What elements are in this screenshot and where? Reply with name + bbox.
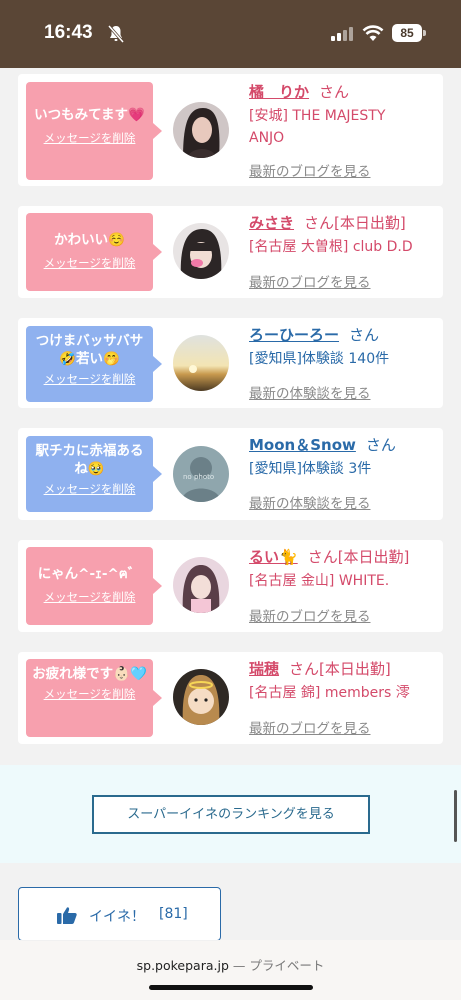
avatar[interactable]: no photo <box>173 446 229 502</box>
message-card: 駅チカに赤福あるね🥹 メッセージを削除 no photo Moon＆Snow さん… <box>18 428 443 520</box>
message-text: つけまバッサバサ🤣若い🤭 <box>35 333 144 367</box>
super-like-ranking-button[interactable]: スーパーイイネのランキングを見る <box>92 795 370 834</box>
wifi-icon <box>362 25 384 41</box>
delete-message-link[interactable]: メッセージを削除 <box>44 686 136 702</box>
latest-review-link[interactable]: 最新の体験談を見る <box>249 492 371 512</box>
latest-blog-link[interactable]: 最新のブログを見る <box>249 271 371 291</box>
message-bubble: 駅チカに赤福あるね🥹 メッセージを削除 <box>26 436 162 512</box>
delete-message-link[interactable]: メッセージを削除 <box>44 481 136 497</box>
profile-info: 橘 りか さん [安城] THE MAJESTY ANJO <box>249 82 439 149</box>
browser-bottom-bar: sp.pokepara.jp — プライベート <box>0 940 461 1000</box>
url-domain: sp.pokepara.jp <box>136 958 229 973</box>
message-card: かわいい☺️ メッセージを削除 みさき さん[本日出勤] [名古屋 大曽根] cl… <box>18 206 443 298</box>
honorific: さん <box>319 83 350 101</box>
shop-detail: [名古屋 大曽根] club D.D <box>249 239 413 255</box>
battery-tip <box>423 30 426 36</box>
delete-message-link[interactable]: メッセージを削除 <box>44 589 136 605</box>
shop-detail: [名古屋 金山] WHITE. <box>249 573 390 589</box>
like-count: [81] <box>159 906 188 922</box>
message-text: お疲れ様です👶🏻🩵 <box>32 666 147 682</box>
status-bar: 16:43 85 <box>0 0 461 68</box>
delete-message-link[interactable]: メッセージを削除 <box>44 130 136 146</box>
message-text: いつもみてます💗 <box>34 107 145 123</box>
review-count: [愛知県]体験談 3件 <box>249 461 372 477</box>
battery-indicator: 85 <box>392 24 422 42</box>
profile-name-link[interactable]: みさき <box>249 214 294 232</box>
honorific: さん[本日出勤] <box>289 660 391 678</box>
latest-review-link[interactable]: 最新の体験談を見る <box>249 382 371 402</box>
honorific: さん <box>365 436 396 454</box>
profile-info: みさき さん[本日出勤] [名古屋 大曽根] club D.D <box>249 213 439 258</box>
message-text: かわいい☺️ <box>54 232 125 248</box>
profile-info: るい🐈 さん[本日出勤] [名古屋 金山] WHITE. <box>249 547 439 592</box>
profile-info: ろーひーろー さん [愛知県]体験談 140件 <box>249 325 439 370</box>
latest-blog-link[interactable]: 最新のブログを見る <box>249 160 371 180</box>
message-bubble: つけまバッサバサ🤣若い🤭 メッセージを削除 <box>26 326 162 402</box>
message-text: にゃん^-ｪ-^ฅ゛ <box>37 566 142 582</box>
profile-name-link[interactable]: ろーひーろー <box>249 326 339 344</box>
avatar[interactable] <box>173 223 229 279</box>
url-separator: — <box>228 958 250 973</box>
latest-blog-link[interactable]: 最新のブログを見る <box>249 717 371 737</box>
profile-info: 瑞穂 さん[本日出勤] [名古屋 錦] members 澪 <box>249 659 439 704</box>
message-bubble: いつもみてます💗 メッセージを削除 <box>26 82 162 180</box>
profile-name-link[interactable]: Moon＆Snow <box>249 436 356 454</box>
profile-info: Moon＆Snow さん [愛知県]体験談 3件 <box>249 435 439 480</box>
private-mode-label: プライベート <box>249 958 325 973</box>
svg-text:no photo: no photo <box>183 473 214 481</box>
like-button[interactable]: イイネ！ [81] <box>18 887 221 941</box>
avatar[interactable] <box>173 335 229 391</box>
shop-detail: [名古屋 錦] members 澪 <box>249 685 410 701</box>
message-text: 駅チカに赤福あるね🥹 <box>35 443 144 477</box>
shop-detail: [安城] THE MAJESTY ANJO <box>249 108 386 146</box>
message-bubble: お疲れ様です👶🏻🩵 メッセージを削除 <box>26 659 162 737</box>
honorific: さん[本日出勤] <box>307 548 410 566</box>
message-card: いつもみてます💗 メッセージを削除 橘 りか さん [安城] THE MAJEST… <box>18 74 443 186</box>
ranking-section: スーパーイイネのランキングを見る <box>0 765 461 863</box>
latest-blog-link[interactable]: 最新のブログを見る <box>249 605 371 625</box>
signal-icon <box>331 27 353 41</box>
honorific: さん <box>349 326 380 344</box>
delete-message-link[interactable]: メッセージを削除 <box>44 371 136 387</box>
status-time: 16:43 <box>44 22 93 43</box>
avatar[interactable] <box>173 102 229 158</box>
profile-name-link[interactable]: るい🐈 <box>249 548 298 566</box>
like-label: イイネ！ <box>89 909 145 925</box>
delete-message-link[interactable]: メッセージを削除 <box>44 255 136 271</box>
address-bar[interactable]: sp.pokepara.jp — プライベート <box>0 955 461 974</box>
review-count: [愛知県]体験談 140件 <box>249 351 390 367</box>
profile-name-link[interactable]: 瑞穂 <box>249 660 279 678</box>
message-card: にゃん^-ｪ-^ฅ゛ メッセージを削除 るい🐈 さん[本日出勤] [名古屋 金山]… <box>18 540 443 632</box>
message-card: つけまバッサバサ🤣若い🤭 メッセージを削除 ろーひーろー さん [愛知県]体験談… <box>18 318 443 408</box>
avatar[interactable] <box>173 557 229 613</box>
avatar[interactable] <box>173 669 229 725</box>
scrollbar[interactable] <box>454 790 457 842</box>
bell-muted-icon <box>108 25 124 43</box>
message-bubble: にゃん^-ｪ-^ฅ゛ メッセージを削除 <box>26 547 162 625</box>
profile-name-link[interactable]: 橘 りか <box>249 83 309 101</box>
thumbs-up-icon <box>57 907 77 924</box>
message-card: お疲れ様です👶🏻🩵 メッセージを削除 瑞穂 さん[本日出勤] [名古屋 錦] me… <box>18 652 443 744</box>
message-bubble: かわいい☺️ メッセージを削除 <box>26 213 162 291</box>
honorific: さん[本日出勤] <box>304 214 406 232</box>
home-indicator <box>149 985 313 990</box>
